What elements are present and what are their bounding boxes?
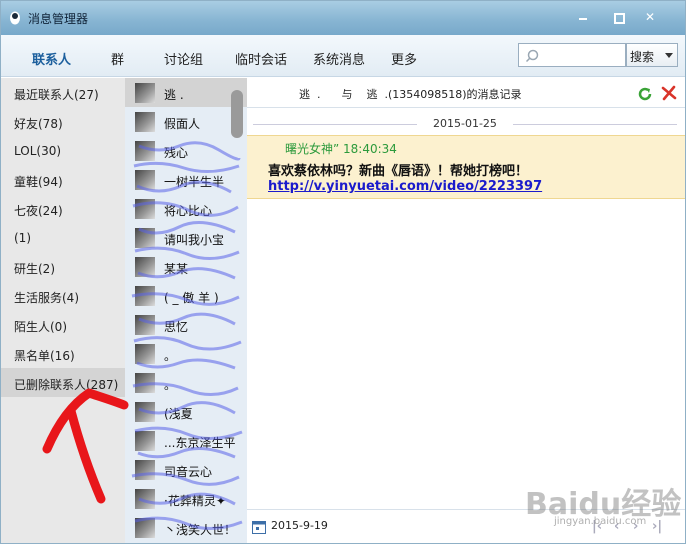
message-manager-window: 消息管理器 ✕ 联系人 群 讨论组 临时会话 系统消息 更多 搜索 最近联系人(… — [0, 0, 686, 544]
search-icon — [525, 49, 539, 63]
contact-item[interactable]: 丶浅笑人世！ — [135, 518, 241, 538]
category-item[interactable]: 好友(78) — [1, 107, 125, 136]
category-item-deleted-contacts[interactable]: 已删除联系人(287) — [1, 368, 125, 397]
avatar — [135, 170, 155, 190]
contact-name: 逃 . — [164, 88, 184, 102]
contact-item[interactable]: 思忆 — [135, 315, 241, 335]
contact-name: 司音云心 — [164, 465, 213, 479]
contact-list: 逃 . 假面人 残心 一树半生半 将心比心 请叫我小宝 某某 ( _ 傲 羊 )… — [125, 78, 247, 543]
message-sender-time: 曙光女神” 18:40:34 — [285, 142, 397, 156]
category-item[interactable]: (1) — [1, 223, 125, 252]
tab-contacts[interactable]: 联系人 — [32, 49, 71, 68]
avatar — [135, 489, 155, 509]
contact-item[interactable]: 某某 — [135, 257, 241, 277]
contact-name: 一树半生半 — [164, 175, 225, 189]
category-item[interactable]: 陌生人(0) — [1, 310, 125, 339]
title-bar[interactable]: 消息管理器 ✕ — [1, 1, 685, 35]
divider — [253, 124, 417, 125]
divider — [513, 124, 677, 125]
contact-name: 丶浅笑人世！ — [164, 523, 237, 537]
contact-name: 残心 — [164, 146, 189, 160]
contact-item[interactable]: ·花葬精灵✦ — [135, 489, 241, 509]
tab-discussion-groups[interactable]: 讨论组 — [164, 49, 203, 68]
chat-history-title: 逃 . 与 逃 .(1354098518)的消息记录 — [299, 88, 522, 101]
category-item[interactable]: 最近联系人(27) — [1, 78, 125, 107]
category-item[interactable]: 生活服务(4) — [1, 281, 125, 310]
category-item[interactable]: 童鞋(94) — [1, 165, 125, 194]
search-button[interactable]: 搜索 — [626, 43, 678, 67]
tab-temporary-sessions[interactable]: 临时会话 — [235, 49, 287, 68]
avatar — [135, 286, 155, 306]
contact-name: ·花葬精灵✦ — [164, 494, 226, 508]
avatar — [135, 228, 155, 248]
category-item[interactable]: 研生(2) — [1, 252, 125, 281]
chat-history-pane: 逃 . 与 逃 .(1354098518)的消息记录 2015-01-25 曙光… — [247, 78, 685, 543]
avatar — [135, 431, 155, 451]
message-item: 曙光女神” 18:40:34 喜欢蔡依林吗？新曲《唇语》！帮她打榜吧！ http… — [247, 135, 685, 199]
contact-name: 某某 — [164, 262, 189, 276]
message-text: 喜欢蔡依林吗？新曲《唇语》！帮她打榜吧！ — [268, 164, 529, 179]
contact-name: ...东京泽生平 — [164, 436, 236, 450]
category-item[interactable]: 黑名单(16) — [1, 339, 125, 368]
window-title: 消息管理器 — [28, 12, 89, 26]
avatar — [135, 112, 155, 132]
avatar — [135, 315, 155, 335]
contact-item[interactable]: 一树半生半 — [135, 170, 241, 190]
tab-groups[interactable]: 群 — [111, 49, 124, 68]
avatar — [135, 518, 155, 538]
close-icon[interactable]: ✕ — [642, 9, 658, 25]
contact-name: 将心比心 — [164, 204, 213, 218]
avatar — [135, 257, 155, 277]
delete-icon[interactable] — [661, 85, 677, 101]
calendar-icon[interactable] — [251, 519, 267, 535]
contact-item[interactable]: 假面人 — [135, 112, 241, 132]
contact-item[interactable]: 。 — [135, 373, 241, 393]
date-separator-label: 2015-01-25 — [433, 117, 497, 130]
contact-item[interactable]: ( _ 傲 羊 ) — [135, 286, 241, 306]
avatar — [135, 199, 155, 219]
maximize-icon[interactable] — [610, 9, 626, 25]
chevron-down-icon — [665, 53, 673, 58]
contact-list-scrollbar[interactable] — [231, 90, 243, 138]
avatar — [135, 344, 155, 364]
avatar — [135, 402, 155, 422]
contact-name: 。 — [164, 378, 177, 392]
minimize-icon[interactable] — [575, 9, 591, 25]
contact-name: 请叫我小宝 — [164, 233, 225, 247]
refresh-icon[interactable] — [637, 86, 653, 102]
contact-item[interactable]: (浅夏 — [135, 402, 241, 422]
contact-name: 思忆 — [164, 320, 189, 334]
contact-item[interactable]: 请叫我小宝 — [135, 228, 241, 248]
contact-name: 。 — [164, 349, 177, 363]
search-button-label: 搜索 — [630, 50, 655, 64]
footer-date: 2015-9-19 — [271, 519, 328, 532]
avatar — [135, 141, 155, 161]
contact-item[interactable]: 司音云心 — [135, 460, 241, 480]
search-input[interactable] — [518, 43, 626, 67]
avatar — [135, 460, 155, 480]
category-item[interactable]: 七夜(24) — [1, 194, 125, 223]
contact-item[interactable]: 。 — [135, 344, 241, 364]
tab-system-messages[interactable]: 系统消息 — [313, 49, 365, 68]
contact-name: ( _ 傲 羊 ) — [164, 291, 219, 305]
category-list: 最近联系人(27) 好友(78) LOL(30) 童鞋(94) 七夜(24) (… — [1, 78, 125, 543]
category-item[interactable]: LOL(30) — [1, 136, 125, 165]
date-separator: 2015-01-25 — [247, 116, 685, 132]
contact-item[interactable]: 残心 — [135, 141, 241, 161]
avatar — [135, 373, 155, 393]
contact-item[interactable]: 逃 . — [135, 83, 241, 103]
avatar — [135, 83, 155, 103]
contact-item[interactable]: 将心比心 — [135, 199, 241, 219]
contact-name: 假面人 — [164, 117, 201, 131]
baidu-watermark-url: jingyan.baidu.com — [554, 516, 647, 527]
contact-name: (浅夏 — [164, 407, 193, 421]
chat-history-header: 逃 . 与 逃 .(1354098518)的消息记录 — [247, 78, 685, 108]
contact-item[interactable]: ...东京泽生平 — [135, 431, 241, 451]
qq-penguin-icon — [10, 11, 20, 25]
message-link[interactable]: http://v.yinyuetai.com/video/2223397 — [268, 179, 542, 194]
tab-more[interactable]: 更多 — [391, 49, 417, 68]
